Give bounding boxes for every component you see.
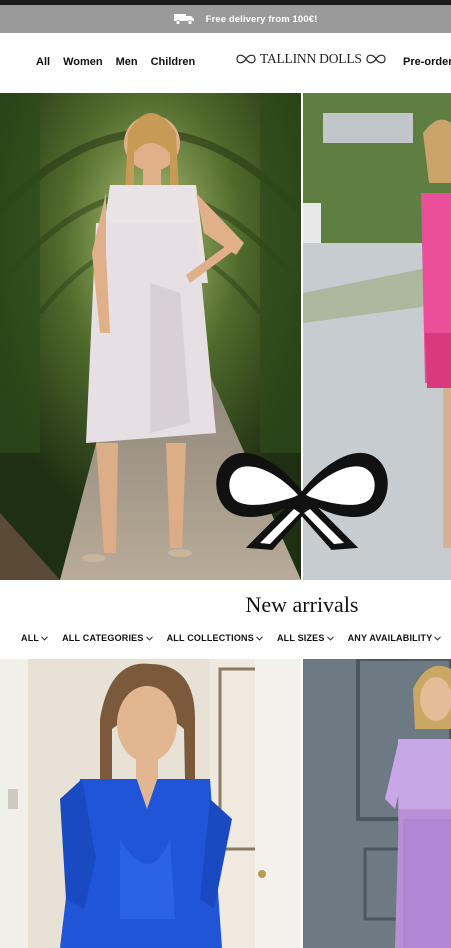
main-nav: All Women Men Children bbox=[36, 56, 195, 68]
filter-label: ALL COLLECTIONS bbox=[166, 633, 254, 643]
promo-bar: Free delivery from 100€! bbox=[0, 5, 451, 33]
filter-sizes[interactable]: ALL SIZES bbox=[277, 633, 334, 643]
filter-label: ALL SIZES bbox=[276, 633, 325, 643]
filter-availability[interactable]: ANY AVAILABILITY bbox=[348, 633, 442, 643]
product-card-blue-dress[interactable] bbox=[0, 659, 301, 948]
nav-item-all[interactable]: All bbox=[36, 56, 50, 68]
chevron-down-icon bbox=[41, 635, 48, 641]
product-card-lilac-dress[interactable] bbox=[303, 659, 451, 948]
filter-all[interactable]: ALL bbox=[21, 633, 48, 643]
filter-label: ANY AVAILABILITY bbox=[347, 633, 433, 643]
nav-item-men[interactable]: Men bbox=[116, 56, 138, 68]
filter-categories[interactable]: ALL CATEGORIES bbox=[62, 633, 153, 643]
bow-right-icon bbox=[366, 54, 386, 64]
filter-label: ALL CATEGORIES bbox=[62, 633, 144, 643]
truck-icon bbox=[173, 14, 194, 25]
site-header: All Women Men Children TALLINN DOLLS Pre… bbox=[0, 33, 451, 93]
chevron-down-icon bbox=[326, 635, 334, 641]
section-title-new-arrivals: New arrivals bbox=[245, 592, 359, 617]
filter-label: ALL bbox=[21, 633, 40, 643]
nav-item-women[interactable]: Women bbox=[63, 56, 103, 68]
filter-collections[interactable]: ALL COLLECTIONS bbox=[167, 633, 263, 643]
hero-banner[interactable] bbox=[0, 93, 451, 580]
chevron-down-icon bbox=[256, 635, 263, 641]
chevron-down-icon bbox=[434, 635, 442, 641]
bow-logo-icon bbox=[216, 452, 388, 551]
nav-item-preorder[interactable]: Pre-order bbox=[403, 56, 451, 68]
promo-text: Free delivery from 100€! bbox=[205, 13, 318, 25]
product-grid bbox=[0, 659, 451, 948]
site-logo[interactable]: TALLINN DOLLS bbox=[235, 51, 387, 67]
bow-left-icon bbox=[236, 54, 256, 64]
nav-item-children[interactable]: Children bbox=[151, 56, 196, 68]
chevron-down-icon bbox=[145, 635, 153, 641]
logo-text: TALLINN DOLLS bbox=[260, 51, 362, 66]
filter-bar: ALL ALL CATEGORIES ALL COLLECTIONS ALL S… bbox=[21, 633, 442, 643]
